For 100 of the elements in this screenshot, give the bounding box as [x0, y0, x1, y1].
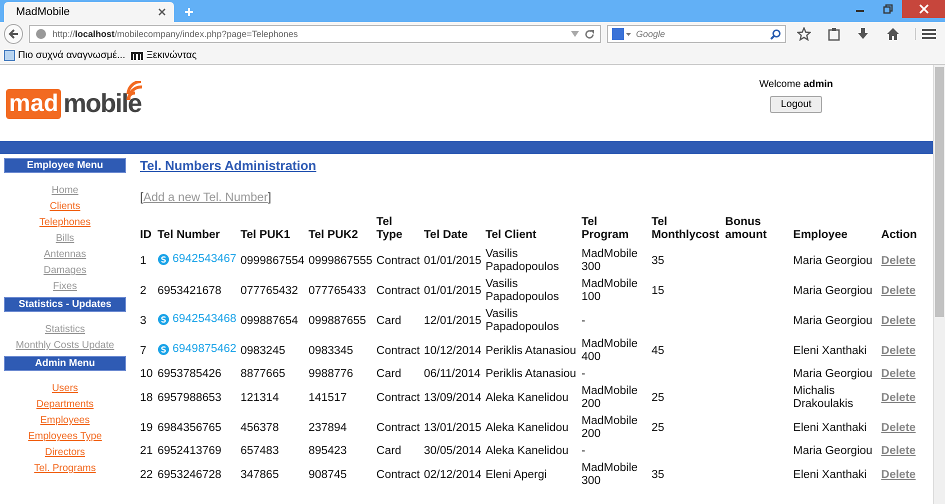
- table-cell-text: Aleka Kanelidou: [485, 444, 570, 459]
- star-icon[interactable]: [797, 27, 811, 41]
- menu-link[interactable]: Monthly Costs Update: [16, 340, 114, 351]
- delete-link[interactable]: Delete: [881, 314, 916, 326]
- table-cell-text: 347865: [240, 468, 280, 482]
- menu-link[interactable]: Directors: [44, 447, 85, 458]
- add-link[interactable]: Add a new Tel. Number: [143, 190, 268, 204]
- column-header: Action: [881, 228, 918, 243]
- menu-link[interactable]: Telephones: [39, 217, 91, 228]
- table-cell: MadMobile 400: [581, 336, 652, 366]
- site-icon: [131, 50, 144, 60]
- delete-link[interactable]: Delete: [881, 368, 916, 380]
- reload-icon[interactable]: [584, 28, 595, 40]
- table-cell: 13/09/2014: [424, 383, 486, 413]
- bookmark-folder-icon: [4, 50, 15, 60]
- menu-link[interactable]: Antennas: [44, 249, 86, 260]
- search-field[interactable]: Google: [636, 29, 766, 39]
- home-icon[interactable]: [886, 27, 900, 41]
- bookmark-item[interactable]: Πιο συχνά αναγνωσμέ...: [4, 50, 126, 60]
- phone-link[interactable]: 6942543467: [172, 253, 236, 266]
- table-cell-text: Contract: [376, 344, 421, 358]
- logout-button[interactable]: Logout: [770, 96, 822, 113]
- table-cell: Maria Georgiou: [793, 366, 882, 383]
- menu-link[interactable]: Users: [52, 383, 78, 394]
- skype-icon[interactable]: [158, 344, 168, 355]
- delete-link[interactable]: Delete: [881, 422, 916, 434]
- table-cell: 6957988653: [158, 392, 222, 404]
- menu-link[interactable]: Departments: [36, 399, 94, 410]
- table-cell: 099887654: [240, 306, 308, 336]
- scrollbar[interactable]: [933, 65, 945, 504]
- table-cell: Maria Georgiou: [793, 443, 882, 460]
- clipboard-icon[interactable]: [826, 27, 840, 41]
- table-cell: Contract: [376, 246, 424, 276]
- globe-icon: [35, 28, 48, 40]
- table-cell-text: -: [581, 444, 586, 459]
- delete-link[interactable]: Delete: [881, 445, 916, 457]
- bookmark-item[interactable]: Ξεκινώντας: [131, 50, 197, 60]
- url-text: http://localhost/mobilecompany/index.php?page=Telephones: [52, 29, 299, 39]
- menu-link[interactable]: Damages: [44, 265, 86, 276]
- close-icon: [918, 4, 928, 14]
- table-cell: Eleni Xanthaki: [793, 413, 882, 443]
- delete-link[interactable]: Delete: [881, 254, 916, 266]
- search-engine-icon[interactable]: [612, 28, 632, 40]
- table-cell-text: 121314: [240, 390, 280, 406]
- delete-link[interactable]: Delete: [881, 468, 916, 480]
- address-bar[interactable]: http://localhost/mobilecompany/index.php?page=Telephones: [29, 25, 601, 43]
- table-cell: Eleni Xanthaki: [793, 460, 882, 490]
- table-cell: 01/01/2015: [424, 276, 486, 306]
- table-cell: Maria Georgiou: [793, 276, 882, 306]
- column-header: Tel Monthlycost: [651, 216, 726, 246]
- column-header: Tel Program: [581, 216, 652, 246]
- menu-link[interactable]: Employees: [40, 415, 90, 426]
- table-cell: 077765432: [240, 276, 308, 306]
- page-title-link[interactable]: Tel. Numbers Administration: [140, 158, 316, 173]
- delete-link[interactable]: Delete: [881, 284, 916, 296]
- menu-link[interactable]: Employees Type: [28, 431, 102, 442]
- phone-link[interactable]: 6942543468: [172, 313, 236, 326]
- menu-link[interactable]: Fixes: [53, 281, 77, 292]
- phone-link[interactable]: 6949875462: [172, 343, 236, 356]
- menu-link[interactable]: Bills: [56, 233, 74, 244]
- table-cell: Michalis Drakoulakis: [793, 383, 882, 413]
- close-icon[interactable]: [158, 8, 166, 16]
- menu-link[interactable]: Statistics: [44, 324, 85, 335]
- restore-icon[interactable]: [883, 4, 893, 14]
- table-cell-text: 18: [140, 390, 154, 406]
- table-cell-text: 35: [651, 468, 666, 482]
- table-cell-text: -: [581, 367, 586, 382]
- scrollbar-thumb[interactable]: [935, 67, 944, 317]
- table-cell-text: 2: [140, 284, 148, 298]
- column-header: Tel Type: [376, 216, 424, 246]
- delete-link[interactable]: Delete: [881, 344, 916, 356]
- menu-link[interactable]: Home: [52, 185, 78, 196]
- skype-icon[interactable]: [158, 254, 168, 265]
- table-cell-text: 35: [651, 254, 666, 268]
- back-arrow-icon: [8, 28, 20, 40]
- table-cell: 6953421678: [158, 284, 222, 296]
- menu-link[interactable]: Clients: [50, 201, 80, 212]
- window-close-button[interactable]: [902, 0, 945, 18]
- table-cell: 01/01/2015: [424, 246, 486, 276]
- download-icon[interactable]: [856, 27, 870, 41]
- table-cell-text: 19: [140, 420, 154, 436]
- welcome-text: Welcome admin: [759, 79, 833, 90]
- delete-link[interactable]: Delete: [881, 392, 916, 404]
- table-cell-text: 02/12/2014: [424, 468, 482, 482]
- back-button[interactable]: [4, 24, 24, 44]
- table-cell: 9988776: [308, 366, 376, 383]
- search-bar[interactable]: Google: [606, 25, 786, 43]
- column-header: Employee: [793, 216, 882, 246]
- table-cell-text: Aleka Kanelidou: [485, 390, 570, 406]
- table-cell: 0999867554: [240, 246, 308, 276]
- menu-link[interactable]: Tel. Programs: [34, 463, 96, 474]
- bracket-text: ]: [268, 190, 272, 204]
- skype-icon[interactable]: [158, 314, 168, 325]
- menu-icon[interactable]: [915, 28, 936, 40]
- browser-tab[interactable]: MadMobile: [4, 2, 174, 22]
- column-header: Tel Date: [424, 216, 486, 246]
- search-icon[interactable]: [770, 28, 781, 40]
- table-cell: 237894: [308, 413, 376, 443]
- table-cell-text: 10: [140, 367, 154, 382]
- table-cell-text: 10/12/2014: [424, 344, 482, 358]
